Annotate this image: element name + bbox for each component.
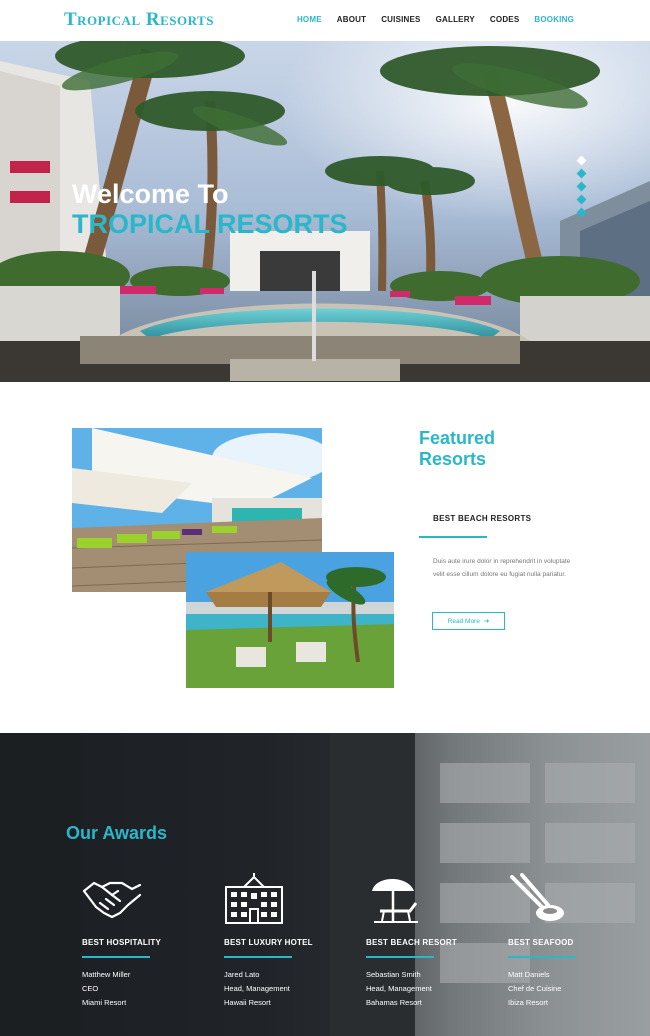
sushi-chopsticks-icon bbox=[508, 873, 568, 925]
nav-item-cuisines[interactable]: CUISINES bbox=[381, 15, 420, 24]
award-card-seafood: BEST SEAFOOD Matt Daniels Chef de Cuisin… bbox=[508, 873, 628, 1010]
pool-resort-photo bbox=[186, 552, 394, 688]
arrow-right-icon: ➜ bbox=[483, 618, 490, 625]
nav-item-home[interactable]: HOME bbox=[297, 15, 322, 24]
featured-title-line1: Featured bbox=[419, 428, 496, 448]
award-person: Matt Daniels bbox=[508, 970, 550, 979]
slider-dot-3[interactable] bbox=[576, 181, 587, 192]
slider-dot-4[interactable] bbox=[576, 194, 587, 205]
nav-item-booking[interactable]: BOOKING bbox=[534, 15, 574, 24]
nav-item-about[interactable]: ABOUT bbox=[337, 15, 366, 24]
award-person: Sebastian Smith bbox=[366, 970, 421, 979]
award-details: Matthew Miller CEO Miami Resort bbox=[82, 968, 202, 1010]
award-place: Miami Resort bbox=[82, 998, 127, 1007]
award-place: Hawaii Resort bbox=[224, 998, 271, 1007]
award-details: Jared Lato Head, Management Hawaii Resor… bbox=[224, 968, 344, 1010]
read-more-label: Read More bbox=[447, 617, 480, 625]
award-details: Matt Daniels Chef de Cuisine Ibiza Resor… bbox=[508, 968, 628, 1010]
slider-dot-2[interactable] bbox=[576, 168, 587, 179]
beach-umbrella-icon bbox=[366, 873, 426, 925]
featured-subtitle: BEST BEACH RESORTS bbox=[433, 514, 532, 523]
award-place: Bahamas Resort bbox=[366, 998, 422, 1007]
hero-banner: Welcome To TROPICAL RESORTS bbox=[0, 41, 650, 382]
award-person: Matthew Miller bbox=[82, 970, 131, 979]
nav-item-gallery[interactable]: GALLERY bbox=[436, 15, 475, 24]
award-card-hospitality: BEST HOSPITALITY Matthew Miller CEO Miam… bbox=[82, 873, 202, 1010]
main-menu: HOME ABOUT CUISINES GALLERY CODES BOOKIN… bbox=[297, 15, 574, 24]
featured-description: Duis aute irure dolor in reprehendrit in… bbox=[433, 558, 571, 578]
read-more-button[interactable]: Read More ➜ bbox=[432, 612, 505, 630]
hero-heading-welcome: Welcome To bbox=[72, 179, 229, 209]
award-name: BEST HOSPITALITY bbox=[82, 938, 162, 947]
hotel-building-icon bbox=[224, 873, 284, 925]
award-divider bbox=[224, 956, 292, 958]
accent-divider bbox=[419, 536, 487, 538]
award-card-luxury-hotel: BEST LUXURY HOTEL Jared Lato Head, Manag… bbox=[224, 873, 344, 1010]
award-role: Head, Management bbox=[366, 984, 432, 993]
slider-dot-1[interactable] bbox=[576, 155, 587, 166]
award-divider bbox=[508, 956, 576, 958]
award-card-beach-resort: BEST BEACH RESORT Sebastian Smith Head, … bbox=[366, 873, 486, 1010]
award-name: BEST LUXURY HOTEL bbox=[224, 938, 313, 947]
logo-text: Tropical Resorts bbox=[64, 9, 214, 30]
slider-dot-5[interactable] bbox=[576, 207, 587, 218]
award-name: BEST BEACH RESORT bbox=[366, 938, 457, 947]
award-divider bbox=[366, 956, 434, 958]
nav-item-codes[interactable]: CODES bbox=[490, 15, 519, 24]
featured-resorts-section: Featured Resorts BEST BEACH RESORTS Duis… bbox=[0, 382, 650, 733]
awards-title: Our Awards bbox=[66, 823, 168, 843]
award-divider bbox=[82, 956, 150, 958]
award-name: BEST SEAFOOD bbox=[508, 938, 574, 947]
top-navigation: Tropical Resorts HOME ABOUT CUISINES GAL… bbox=[0, 0, 650, 41]
hero-heading-brand: TROPICAL RESORTS bbox=[72, 209, 348, 239]
award-role: Head, Management bbox=[224, 984, 290, 993]
site-logo[interactable]: Tropical Resorts bbox=[64, 9, 214, 31]
featured-title: Featured Resorts bbox=[419, 428, 495, 470]
handshake-icon bbox=[82, 873, 142, 925]
slider-dots bbox=[576, 155, 587, 218]
award-role: CEO bbox=[82, 984, 99, 993]
award-details: Sebastian Smith Head, Management Bahamas… bbox=[366, 968, 486, 1010]
featured-title-line2: Resorts bbox=[419, 449, 487, 469]
award-person: Jared Lato bbox=[224, 970, 260, 979]
awards-section: Our Awards BEST HOSPITALITY Matthew Mill… bbox=[0, 733, 650, 1036]
award-role: Chef de Cuisine bbox=[508, 984, 562, 993]
award-place: Ibiza Resort bbox=[508, 998, 549, 1007]
